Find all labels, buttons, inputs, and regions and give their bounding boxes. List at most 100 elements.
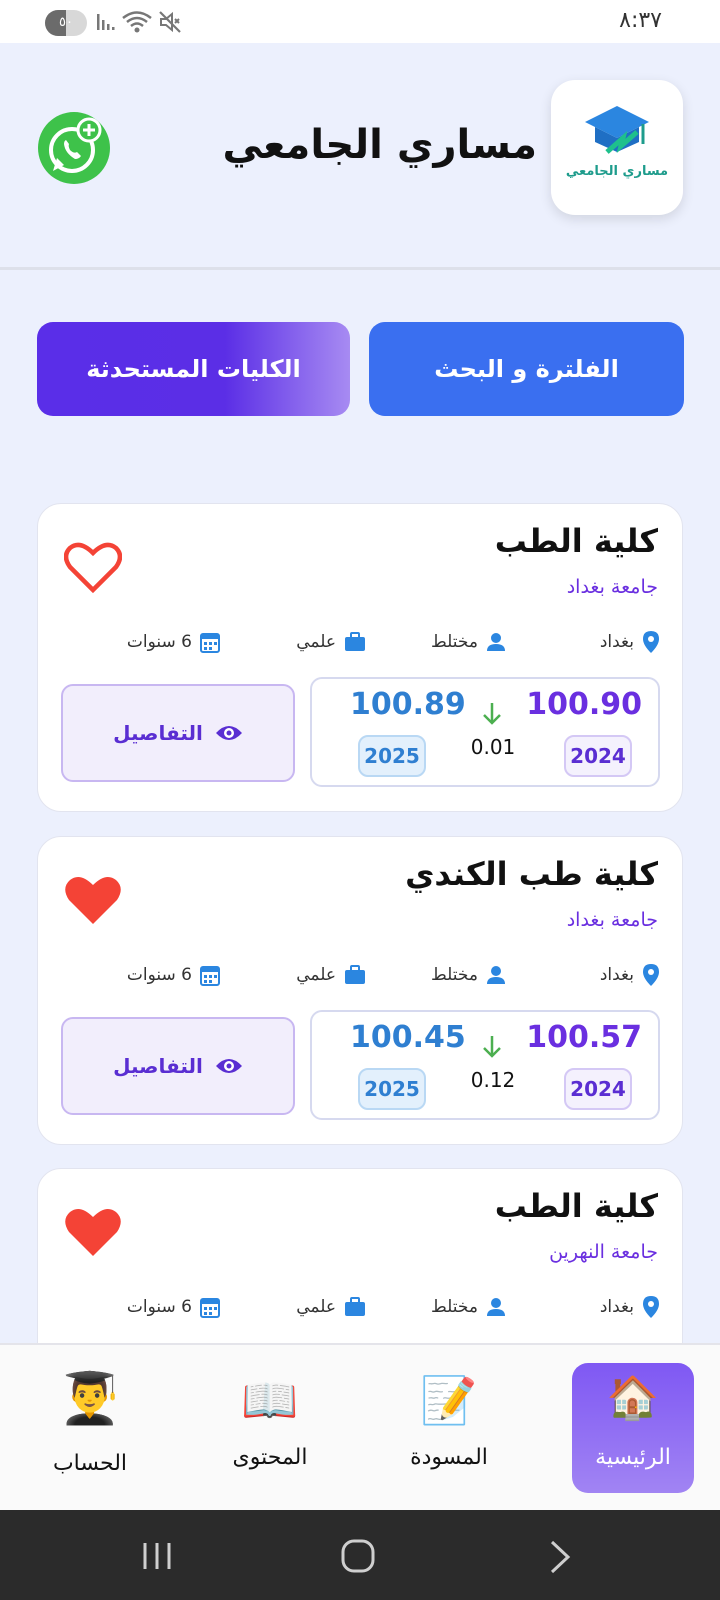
gender-text: مختلط [431, 632, 478, 652]
nav-draft[interactable]: 📝 المسودة [388, 1363, 510, 1493]
logo-caption: مساري الجامعي [565, 164, 669, 179]
meta-location: بغداد [600, 626, 660, 658]
recent-apps-icon[interactable] [141, 1541, 173, 1571]
details-label: التفاصيل [113, 721, 203, 745]
location-pin-icon [643, 1296, 659, 1318]
score-comparison: 100.90 100.89 0.01 2024 2025 [310, 677, 660, 787]
college-meta: بغداد مختلط علمي 6 سنوات [38, 626, 682, 658]
filter-search-button[interactable]: الفلترة و البحث [369, 322, 684, 416]
battery-text: ٥٠ [59, 15, 73, 30]
branch-text: علمي [296, 1297, 336, 1317]
college-title: كلية طب الكندي [405, 855, 658, 893]
score-2024: 100.57 [526, 1020, 642, 1055]
meta-gender: مختلط [431, 1291, 506, 1323]
college-meta: بغداد مختلط علمي 6 سنوات [38, 959, 682, 991]
new-colleges-button[interactable]: الكليات المستحدثة [37, 322, 350, 416]
arrow-down-icon [483, 1036, 501, 1058]
university-name: جامعة بغداد [566, 909, 658, 931]
branch-text: علمي [296, 965, 336, 985]
location-text: بغداد [599, 632, 634, 652]
college-card[interactable]: كلية الطب جامعة النهرين بغداد مختلط علمي… [37, 1168, 683, 1368]
year-2024-badge: 2024 [564, 735, 632, 777]
gender-text: مختلط [431, 1297, 478, 1317]
heart-filled-icon[interactable] [64, 873, 122, 927]
year-2025-badge: 2025 [358, 1068, 426, 1110]
year-2024-badge: 2024 [564, 1068, 632, 1110]
university-name: جامعة النهرين [549, 1241, 658, 1263]
status-time: ٨:٣٧ [619, 8, 662, 33]
home-nav-icon[interactable] [341, 1538, 375, 1574]
meta-duration: 6 سنوات [127, 1291, 220, 1323]
meta-gender: مختلط [431, 959, 506, 991]
wifi-icon [122, 11, 152, 33]
score-2024: 100.90 [526, 687, 642, 722]
gender-text: مختلط [431, 965, 478, 985]
duration-text: 6 سنوات [126, 965, 192, 985]
home-icon: 🏠 [606, 1373, 660, 1422]
details-label: التفاصيل [113, 1054, 203, 1078]
location-text: بغداد [599, 965, 634, 985]
briefcase-icon [345, 632, 365, 651]
location-pin-icon [643, 631, 659, 653]
heart-filled-icon[interactable] [64, 1205, 122, 1259]
college-meta: بغداد مختلط علمي 6 سنوات [38, 1291, 682, 1323]
score-difference: 0.01 [470, 735, 516, 759]
signal-icon [97, 14, 115, 30]
branch-text: علمي [296, 632, 336, 652]
score-2025: 100.89 [350, 687, 466, 722]
location-pin-icon [643, 964, 659, 986]
meta-duration: 6 سنوات [127, 959, 220, 991]
nav-home-label: الرئيسية [595, 1445, 671, 1470]
meta-location: بغداد [600, 959, 660, 991]
college-card[interactable]: كلية الطب جامعة بغداد بغداد مختلط علمي 6… [37, 503, 683, 812]
status-bar: ٥٠ ٨:٣٧ [0, 0, 720, 43]
heart-outline-icon[interactable] [64, 540, 122, 594]
nav-draft-label: المسودة [410, 1445, 488, 1470]
duration-text: 6 سنوات [126, 1297, 192, 1317]
memo-icon: 📝 [420, 1373, 478, 1427]
college-title: كلية الطب [494, 1187, 658, 1225]
person-icon [487, 1298, 505, 1316]
book-icon: 📖 [241, 1373, 299, 1427]
calendar-icon [200, 966, 220, 986]
briefcase-icon [345, 965, 365, 984]
graduate-icon: 👨‍🎓 [58, 1369, 122, 1427]
app-logo: مساري الجامعي [551, 80, 683, 215]
details-button[interactable]: التفاصيل [61, 1017, 295, 1115]
eye-icon [215, 726, 242, 740]
calendar-icon [200, 633, 220, 653]
graduation-cap-icon [585, 106, 649, 154]
battery-indicator: ٥٠ [45, 10, 87, 36]
back-icon[interactable] [549, 1540, 571, 1574]
nav-account[interactable]: 👨‍🎓 الحساب [29, 1363, 151, 1493]
score-2025: 100.45 [350, 1020, 466, 1055]
person-icon [487, 966, 505, 984]
calendar-icon [200, 1298, 220, 1318]
meta-branch: علمي [296, 959, 366, 991]
app-title: مساري الجامعي [222, 122, 538, 168]
header-divider [0, 267, 720, 270]
meta-gender: مختلط [431, 626, 506, 658]
nav-content[interactable]: 📖 المحتوى [209, 1363, 331, 1493]
eye-icon [215, 1059, 242, 1073]
college-title: كلية الطب [494, 522, 658, 560]
duration-text: 6 سنوات [126, 632, 192, 652]
location-text: بغداد [599, 1297, 634, 1317]
score-comparison: 100.57 100.45 0.12 2024 2025 [310, 1010, 660, 1120]
college-card[interactable]: كلية طب الكندي جامعة بغداد بغداد مختلط ع… [37, 836, 683, 1145]
arrow-down-icon [483, 703, 501, 725]
bottom-navigation: 🏠 الرئيسية 📝 المسودة 📖 المحتوى 👨‍🎓 الحسا… [0, 1343, 720, 1510]
nav-home[interactable]: 🏠 الرئيسية [572, 1363, 694, 1493]
meta-branch: علمي [296, 626, 366, 658]
meta-duration: 6 سنوات [127, 626, 220, 658]
meta-location: بغداد [600, 1291, 660, 1323]
briefcase-icon [345, 1297, 365, 1316]
mute-icon [159, 11, 181, 33]
whatsapp-icon[interactable] [37, 111, 111, 185]
details-button[interactable]: التفاصيل [61, 684, 295, 782]
system-navigation-bar [0, 1510, 720, 1600]
nav-account-label: الحساب [52, 1451, 128, 1476]
university-name: جامعة بغداد [566, 576, 658, 598]
year-2025-badge: 2025 [358, 735, 426, 777]
meta-branch: علمي [296, 1291, 366, 1323]
